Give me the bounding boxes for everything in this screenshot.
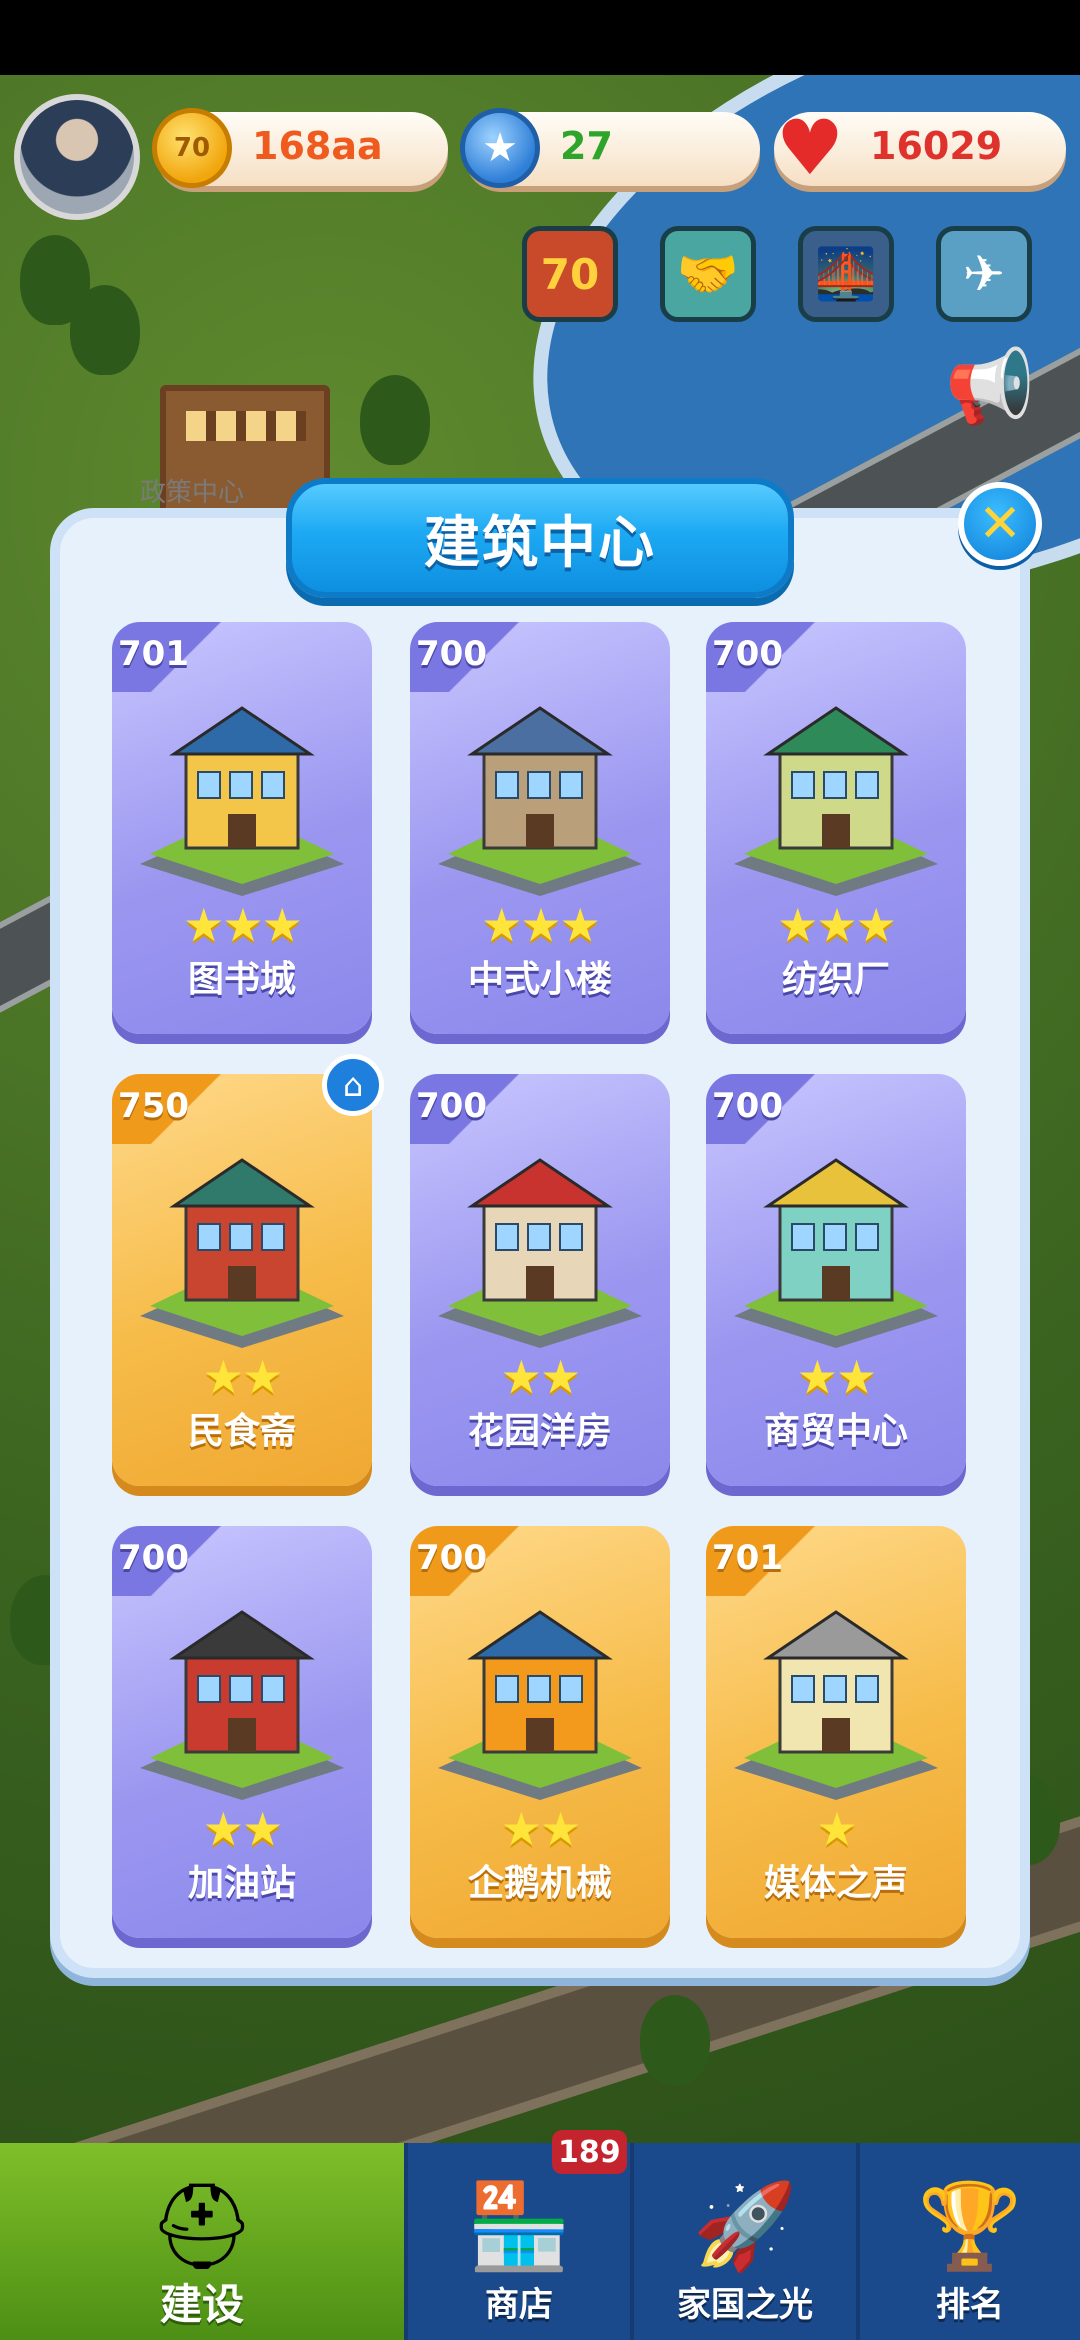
heart-icon: ♥ — [775, 103, 845, 192]
star-rating: ★★★ — [777, 898, 897, 952]
building-name: 纺织厂 — [781, 959, 890, 1000]
policy-center-label: 政策中心 — [140, 478, 245, 508]
hardhat-icon: ⛑ — [148, 2176, 256, 2275]
handshake-button[interactable]: 🤝 — [660, 226, 756, 322]
building-card[interactable]: 700 ★★ 商贸中心 — [706, 1074, 966, 1486]
building-name: 中式小楼 — [467, 959, 612, 1000]
close-icon: ✕ — [978, 494, 1022, 554]
bottom-nav: ⛑ 建设 🏪 商店 🚀 家国之光 🏆 排名 — [0, 2143, 1080, 2340]
nav-ranking[interactable]: 🏆 排名 — [856, 2143, 1080, 2340]
building-name: 花园洋房 — [467, 1411, 612, 1452]
star-rating: ★ — [816, 1802, 857, 1856]
bridge-icon: 🌉 — [814, 244, 878, 303]
announcement-speaker-icon[interactable]: 📢 — [940, 336, 1040, 436]
player-avatar[interactable] — [14, 94, 140, 220]
building-name: 企鹅机械 — [467, 1863, 612, 1904]
home-badge-icon: ⌂ — [322, 1054, 384, 1116]
shop-notification-badge: 189 — [552, 2130, 627, 2174]
star-rating: ★★★ — [481, 898, 601, 952]
building-name: 图书城 — [187, 959, 296, 1000]
building-card[interactable]: 700 ★★ 花园洋房 — [410, 1074, 670, 1486]
building-card[interactable]: 701 ★ 媒体之声 — [706, 1526, 966, 1938]
airplane-button[interactable]: ✈ — [936, 226, 1032, 322]
building-name: 媒体之声 — [763, 1863, 908, 1904]
coin-icon: 70 — [152, 108, 232, 188]
building-card[interactable]: 701 ★★★ 图书城 — [112, 622, 372, 1034]
status-bar — [0, 0, 1080, 75]
tree — [360, 375, 430, 465]
building-card[interactable]: 700 ★★ 企鹅机械 — [410, 1526, 670, 1938]
nav-build-label: 建设 — [159, 2280, 244, 2329]
coin-counter[interactable]: 70 168aa — [152, 108, 448, 188]
nav-ranking-label: 排名 — [936, 2285, 1004, 2325]
star-rating: ★★ — [500, 1802, 581, 1856]
shop-icon: 🏪 — [466, 2176, 572, 2275]
tree — [640, 1995, 710, 2085]
anniversary-70-button[interactable]: 70 — [522, 226, 618, 322]
star-value: 27 — [560, 124, 613, 168]
nav-national-light[interactable]: 🚀 家国之光 — [630, 2143, 856, 2340]
building-card[interactable]: 700 ★★ 加油站 — [112, 1526, 372, 1938]
star-counter[interactable]: ★ 27 — [460, 108, 760, 188]
star-rating: ★★ — [796, 1350, 877, 1404]
bridge-button[interactable]: 🌉 — [798, 226, 894, 322]
close-button[interactable]: ✕ — [958, 482, 1042, 566]
heart-value: 16029 — [870, 124, 1003, 168]
building-illustration — [140, 706, 344, 896]
trophy-icon: 🏆 — [917, 2176, 1023, 2275]
building-card[interactable]: 750 ★★ 民食斋 — [112, 1074, 372, 1486]
building-card[interactable]: 700 ★★★ 中式小楼 — [410, 622, 670, 1034]
coin-value: 168aa — [252, 124, 383, 168]
heart-counter[interactable]: ♥ 16029 — [774, 108, 1066, 188]
handshake-icon: 🤝 — [676, 244, 740, 303]
star-rating: ★★★ — [183, 898, 303, 952]
nav-build[interactable]: ⛑ 建设 — [0, 2143, 404, 2340]
building-illustration — [140, 1158, 344, 1348]
building-illustration — [438, 1610, 642, 1800]
airplane-icon: ✈ — [963, 245, 1005, 303]
star-rating: ★★ — [202, 1802, 283, 1856]
anniversary-70-icon: 70 — [540, 249, 600, 299]
nav-shop-label: 商店 — [485, 2285, 553, 2325]
building-illustration — [734, 706, 938, 896]
building-card[interactable]: 700 ★★★ 纺织厂 — [706, 622, 966, 1034]
building-illustration — [438, 706, 642, 896]
building-name: 加油站 — [187, 1863, 296, 1904]
tree — [70, 285, 140, 375]
building-illustration — [734, 1610, 938, 1800]
building-name: 商贸中心 — [763, 1411, 908, 1452]
nav-national-light-label: 家国之光 — [677, 2285, 813, 2325]
dialog-title: 建筑中心 — [286, 478, 794, 598]
star-rating: ★★ — [500, 1350, 581, 1404]
building-name: 民食斋 — [187, 1411, 296, 1452]
star-icon: ★ — [460, 108, 540, 188]
building-illustration — [140, 1610, 344, 1800]
building-illustration — [438, 1158, 642, 1348]
rocket-icon: 🚀 — [692, 2176, 798, 2275]
building-illustration — [734, 1158, 938, 1348]
star-rating: ★★ — [202, 1350, 283, 1404]
